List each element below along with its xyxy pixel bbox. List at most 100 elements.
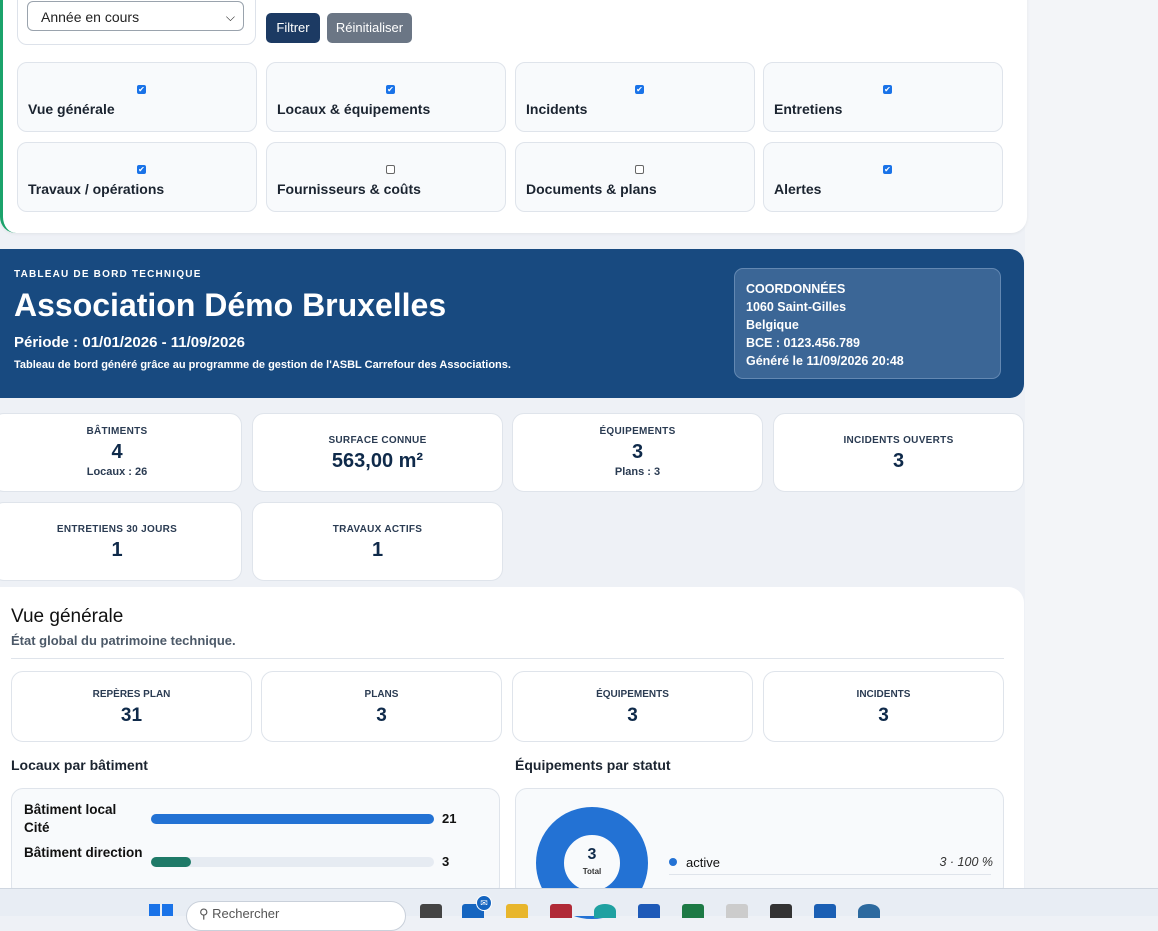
bar-value: 3	[442, 854, 450, 869]
kpi-card: BÂTIMENTS 4 Locaux : 26	[0, 413, 242, 492]
kpi-value: 1	[371, 539, 384, 561]
kpi-card: ÉQUIPEMENTS 3 Plans : 3	[512, 413, 763, 492]
module-checkbox[interactable]: ✔	[883, 85, 892, 94]
module-label: Alertes	[774, 181, 822, 197]
filter-button[interactable]: Filtrer	[266, 13, 320, 43]
remote-desktop-icon[interactable]	[814, 904, 836, 918]
module-toggle[interactable]: ✔ Travaux / opérations	[17, 142, 257, 212]
module-toggle[interactable]: Documents & plans	[515, 142, 755, 212]
app-icon[interactable]	[420, 904, 442, 918]
legend-swatch	[669, 858, 677, 866]
module-label: Incidents	[526, 101, 588, 117]
module-toggle[interactable]: Fournisseurs & coûts	[266, 142, 506, 212]
bar-fill	[151, 814, 434, 824]
kpi-value: 3	[892, 450, 905, 472]
module-toggle[interactable]: ✔ Vue générale	[17, 62, 257, 132]
legend-value: 3 · 100 %	[939, 855, 993, 869]
terminal-icon[interactable]	[770, 904, 792, 918]
stat-title: PLANS	[364, 689, 399, 700]
kpi-title: INCIDENTS OUVERTS	[843, 435, 954, 446]
kpi-subtitle: Locaux : 26	[86, 466, 148, 478]
windows-start-icon[interactable]	[149, 904, 173, 916]
overview-section: Vue générale État global du patrimoine t…	[0, 587, 1024, 919]
kpi-title: SURFACE CONNUE	[328, 435, 427, 446]
equipment-status-panel: 3 Total active 3 · 100 %	[515, 788, 1004, 919]
divider	[11, 658, 1004, 659]
stat-title: INCIDENTS	[856, 689, 911, 700]
module-label: Documents & plans	[526, 181, 657, 197]
kpi-subtitle: Plans : 3	[614, 466, 661, 478]
kpi-value: 563,00 m²	[331, 450, 424, 472]
kpi-value: 1	[111, 539, 123, 561]
module-label: Travaux / opérations	[28, 181, 165, 197]
module-checkbox[interactable]	[635, 165, 644, 174]
kpi-title: ENTRETIENS 30 JOURS	[56, 524, 178, 535]
coordinates-box: COORDONNÉES 1060 Saint-Gilles Belgique B…	[734, 268, 1001, 379]
module-label: Locaux & équipements	[277, 101, 431, 117]
edge-icon[interactable]	[594, 904, 616, 918]
excel-icon[interactable]	[682, 904, 704, 918]
module-checkbox[interactable]	[386, 165, 395, 174]
report-period: Période : 01/01/2026 - 11/09/2026	[14, 334, 245, 351]
module-label: Vue générale	[28, 101, 115, 117]
stat-title: REPÈRES PLAN	[92, 689, 171, 700]
header-kicker: TABLEAU DE BORD TECHNIQUE	[14, 269, 202, 280]
stat-value: 3	[376, 705, 387, 726]
file-explorer-icon[interactable]	[506, 904, 528, 918]
overview-title: Vue générale	[11, 606, 124, 627]
module-checkbox[interactable]: ✔	[137, 165, 146, 174]
app-icon[interactable]	[858, 904, 880, 918]
reset-button[interactable]: Réinitialiser	[327, 13, 412, 43]
module-checkbox[interactable]: ✔	[137, 85, 146, 94]
period-select[interactable]: Année en cours ⌵	[27, 1, 244, 31]
bar-label: Bâtiment local Cité	[24, 802, 117, 835]
search-placeholder: Rechercher	[212, 906, 280, 921]
coordinates-generated: Généré le 11/09/2026 20:48	[746, 354, 904, 368]
kpi-card: INCIDENTS OUVERTS 3	[773, 413, 1024, 492]
stat-value: 3	[627, 705, 638, 726]
kpi-title: TRAVAUX ACTIFS	[332, 524, 423, 535]
kpi-card: SURFACE CONNUE 563,00 m²	[252, 413, 503, 492]
coordinates-bce: BCE : 0123.456.789	[746, 336, 860, 350]
header-description: Tableau de bord généré grâce au programm…	[14, 359, 511, 371]
chevron-down-icon: ⌵	[225, 10, 235, 24]
bar-label: Bâtiment direction	[24, 845, 143, 860]
locaux-panel: Bâtiment local Cité 21 Bâtiment direction 3	[11, 788, 500, 898]
overview-stat-card: REPÈRES PLAN 31	[11, 671, 252, 742]
module-checkbox[interactable]: ✔	[635, 85, 644, 94]
search-icon: ⚲	[199, 906, 209, 921]
access-icon[interactable]	[550, 904, 572, 918]
overview-stat-card: PLANS 3	[261, 671, 502, 742]
bar-value: 21	[442, 811, 457, 826]
module-checkbox[interactable]: ✔	[386, 85, 395, 94]
stat-title: ÉQUIPEMENTS	[596, 689, 669, 700]
mail-badge-icon: ✉	[476, 895, 492, 911]
period-select-value: Année en cours	[41, 9, 140, 25]
legend-divider	[669, 874, 991, 875]
coordinates-country: Belgique	[746, 318, 799, 332]
module-toggle[interactable]: ✔ Incidents	[515, 62, 755, 132]
bar-track	[151, 814, 434, 824]
kpi-title: BÂTIMENTS	[86, 426, 148, 437]
stat-value: 31	[120, 705, 143, 726]
locaux-title: Locaux par bâtiment	[11, 757, 148, 773]
coordinates-city: 1060 Saint-Gilles	[746, 300, 847, 314]
donut-total-label: Total	[582, 867, 602, 876]
kpi-title: ÉQUIPEMENTS	[599, 426, 676, 437]
module-toggle[interactable]: ✔ Alertes	[763, 142, 1003, 212]
module-toggle[interactable]: ✔ Locaux & équipements	[266, 62, 506, 132]
kpi-value: 3	[631, 441, 644, 463]
taskbar-search[interactable]: ⚲ Rechercher	[186, 901, 406, 931]
donut-total: 3	[587, 846, 597, 863]
overview-stat-card: INCIDENTS 3	[763, 671, 1004, 742]
coordinates-title: COORDONNÉES	[746, 282, 846, 296]
overview-subtitle: État global du patrimoine technique.	[11, 633, 236, 648]
module-toggle[interactable]: ✔ Entretiens	[763, 62, 1003, 132]
module-checkbox[interactable]: ✔	[883, 165, 892, 174]
word-icon[interactable]	[638, 904, 660, 918]
kpi-card: TRAVAUX ACTIFS 1	[252, 502, 503, 581]
bar-track	[151, 857, 434, 867]
app-icon[interactable]	[726, 904, 748, 918]
legend-label: active	[686, 855, 720, 870]
equipment-status-title: Équipements par statut	[515, 757, 671, 773]
